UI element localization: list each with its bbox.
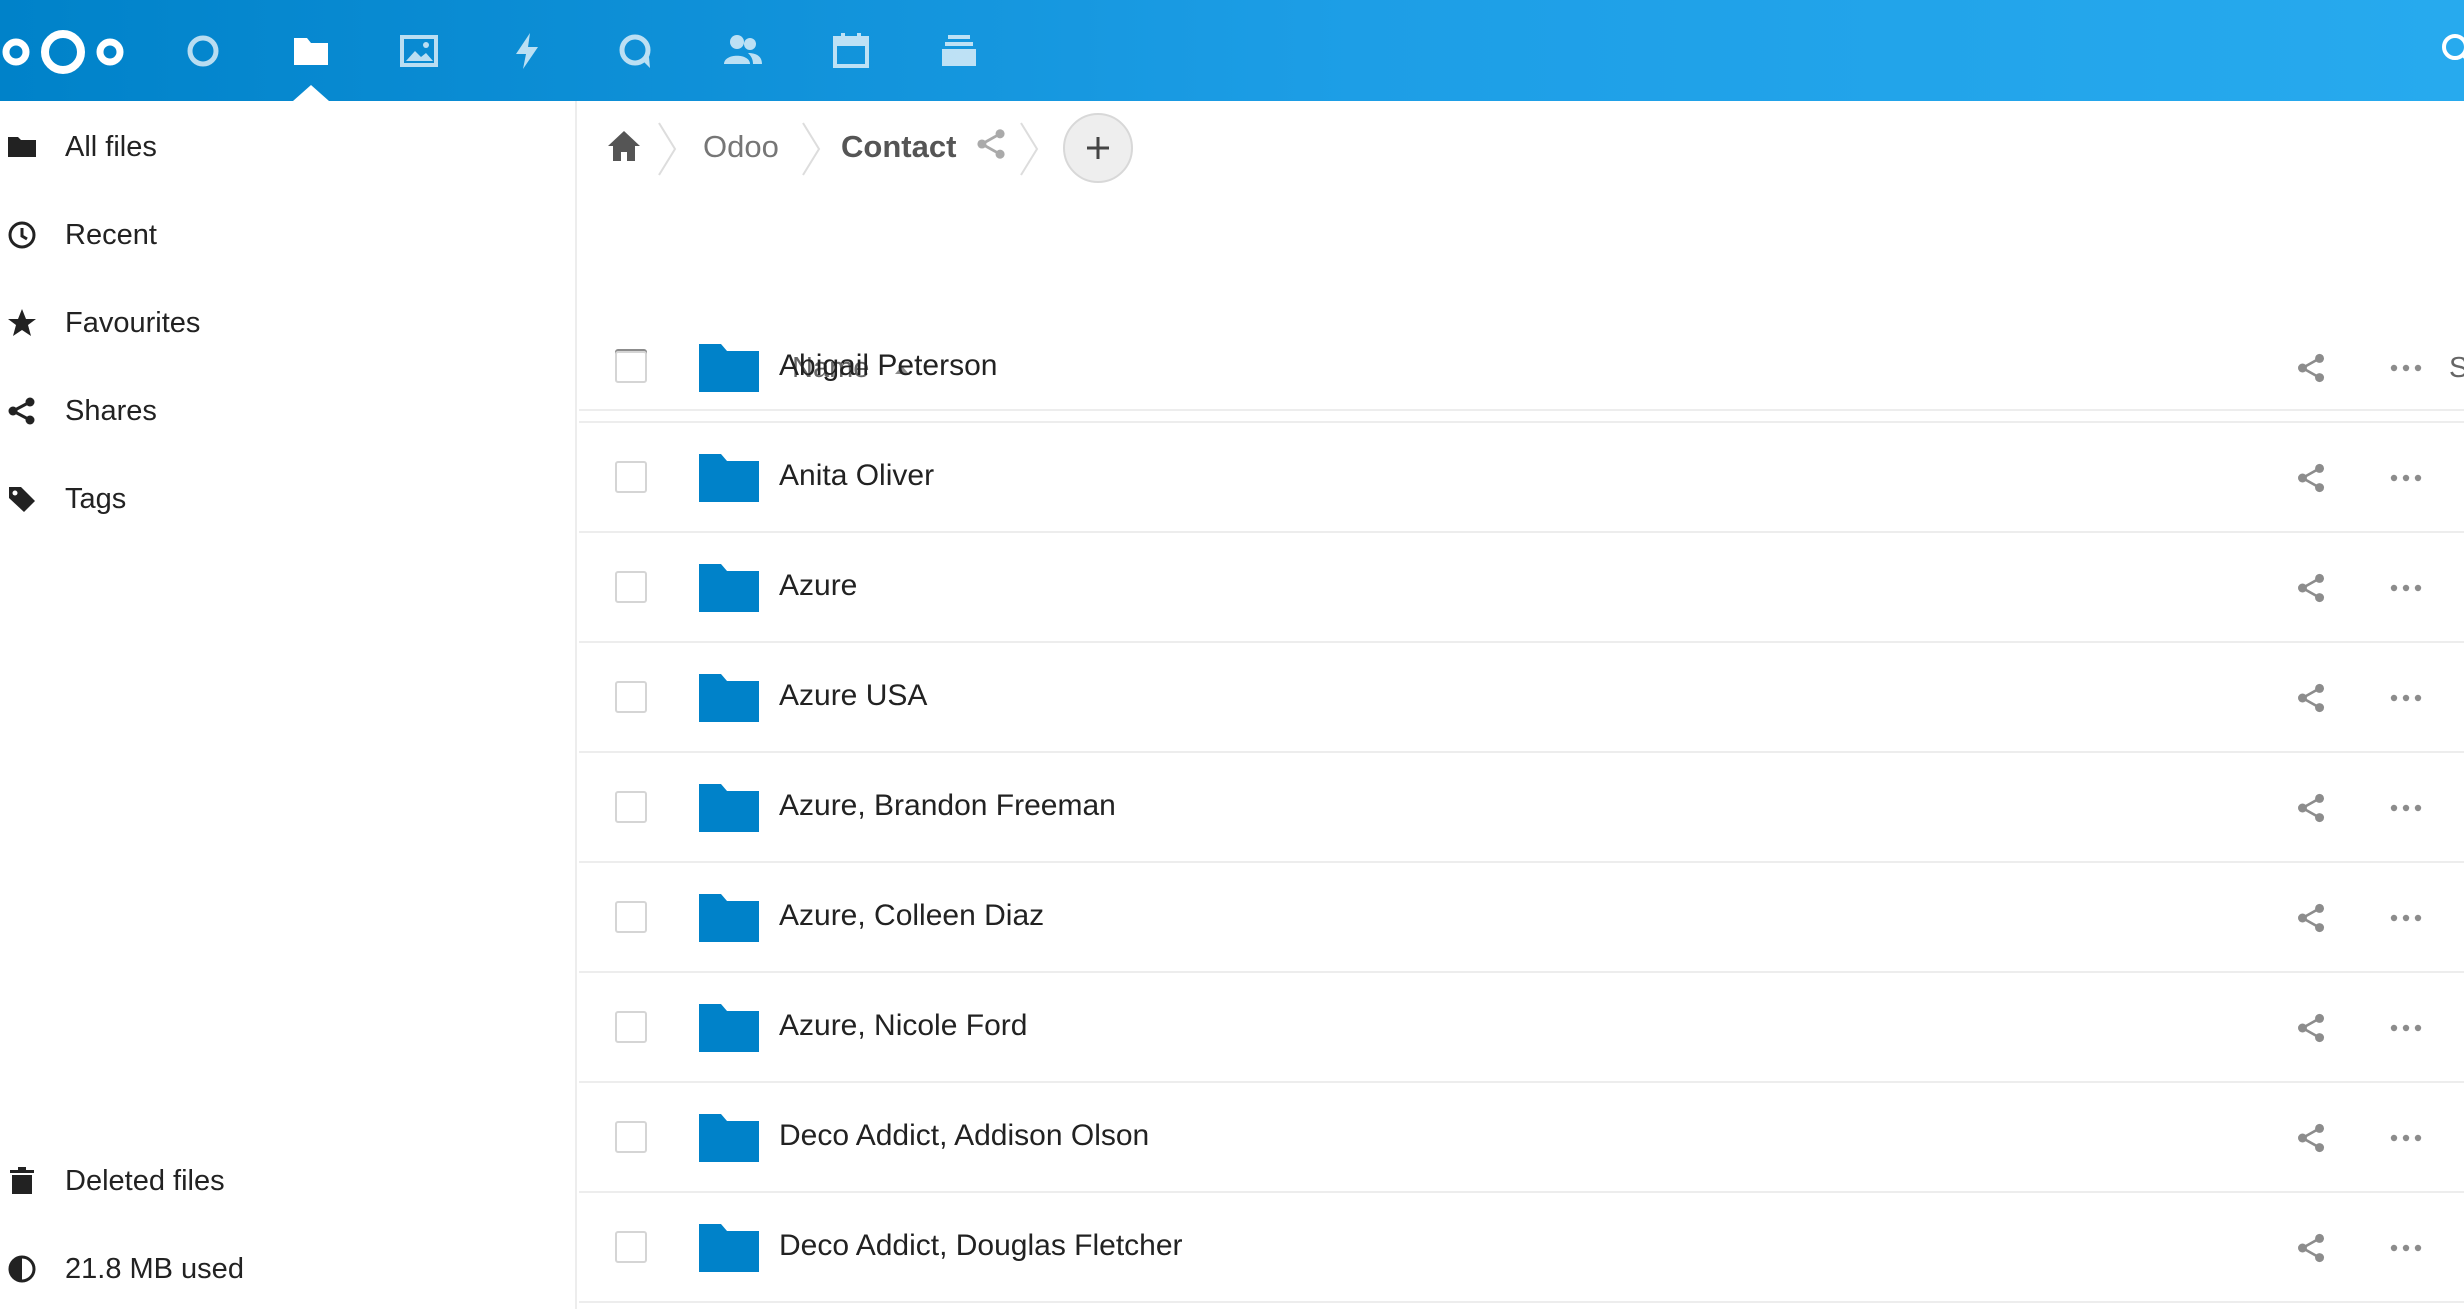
file-name[interactable]: Abigail Peterson <box>779 349 997 383</box>
row-checkbox[interactable] <box>615 461 647 493</box>
share-icon[interactable] <box>2295 352 2327 384</box>
row-checkbox[interactable] <box>615 571 647 603</box>
breadcrumb-item-odoo[interactable]: Odoo <box>703 129 779 165</box>
row-checkbox[interactable] <box>615 1121 647 1153</box>
more-actions-icon[interactable] <box>2387 1012 2425 1044</box>
app-activity-icon[interactable] <box>491 18 563 84</box>
trash-icon <box>6 1165 38 1197</box>
nav-label: Tags <box>65 482 127 515</box>
folder-icon[interactable] <box>699 1002 759 1054</box>
file-name[interactable]: Azure, Nicole Ford <box>779 1009 1027 1043</box>
share-icon[interactable] <box>2295 462 2327 494</box>
file-row[interactable]: Azure <box>579 533 2464 643</box>
folder-icon[interactable] <box>699 562 759 614</box>
more-actions-icon[interactable] <box>2387 572 2425 604</box>
file-name[interactable]: Azure USA <box>779 679 927 713</box>
home-icon[interactable] <box>604 127 644 167</box>
app-dashboard-icon[interactable] <box>167 18 239 84</box>
folder-icon[interactable] <box>699 672 759 724</box>
row-checkbox[interactable] <box>615 1231 647 1263</box>
tag-icon <box>6 483 38 515</box>
quota-label: 21.8 MB used <box>65 1252 244 1285</box>
active-app-indicator <box>293 85 329 101</box>
clock-icon <box>6 219 38 251</box>
breadcrumb: Odoo Contact <box>579 101 2464 195</box>
more-actions-icon[interactable] <box>2387 352 2425 384</box>
file-row[interactable]: Deco Addict, Douglas Fletcher <box>579 1193 2464 1303</box>
new-file-button[interactable] <box>1063 113 1133 183</box>
nav-item-favourites[interactable]: Favourites <box>0 279 577 367</box>
folder-icon[interactable] <box>699 1222 759 1274</box>
file-name[interactable]: Anita Oliver <box>779 459 934 493</box>
more-actions-icon[interactable] <box>2387 902 2425 934</box>
file-row[interactable]: Azure, Nicole Ford <box>579 973 2464 1083</box>
share-icon[interactable] <box>2295 682 2327 714</box>
more-actions-icon[interactable] <box>2387 1232 2425 1264</box>
file-name[interactable]: Azure, Brandon Freeman <box>779 789 1116 823</box>
breadcrumb-item-contact[interactable]: Contact <box>841 129 956 165</box>
more-actions-icon[interactable] <box>2387 792 2425 824</box>
file-name[interactable]: Deco Addict, Addison Olson <box>779 1119 1149 1153</box>
nav-item-tags[interactable]: Tags <box>0 455 577 543</box>
app-talk-icon[interactable] <box>599 18 671 84</box>
quota-pie-icon <box>6 1253 38 1285</box>
row-checkbox[interactable] <box>615 351 647 383</box>
app-photos-icon[interactable] <box>383 18 455 84</box>
row-checkbox[interactable] <box>615 681 647 713</box>
more-actions-icon[interactable] <box>2387 1122 2425 1154</box>
file-name[interactable]: Deco Addict, Douglas Fletcher <box>779 1229 1183 1263</box>
nav-label: Shares <box>65 394 157 427</box>
app-contacts-icon[interactable] <box>707 18 779 84</box>
files-content: Odoo Contact Name S Abigail Peterson Ani… <box>579 101 2464 1309</box>
app-calendar-icon[interactable] <box>815 18 887 84</box>
top-header <box>0 0 2464 101</box>
breadcrumb-separator <box>1020 122 1039 176</box>
nav-item-shares[interactable]: Shares <box>0 367 577 455</box>
file-row[interactable]: Deco Addict, Addison Olson <box>579 1083 2464 1193</box>
share-icon[interactable] <box>2295 572 2327 604</box>
row-checkbox[interactable] <box>615 901 647 933</box>
file-row[interactable]: Abigail Peterson <box>579 313 2464 423</box>
nav-label: All files <box>65 130 157 163</box>
share-icon[interactable] <box>2295 1232 2327 1264</box>
breadcrumb-separator <box>658 122 677 176</box>
more-actions-icon[interactable] <box>2387 462 2425 494</box>
nav-label: Deleted files <box>65 1164 225 1197</box>
share-icon[interactable] <box>974 127 1008 161</box>
share-icon[interactable] <box>2295 792 2327 824</box>
share-icon[interactable] <box>2295 902 2327 934</box>
nav-item-all-files[interactable]: All files <box>0 103 577 191</box>
share-icon[interactable] <box>2295 1012 2327 1044</box>
star-icon <box>6 307 38 339</box>
nextcloud-logo-icon[interactable] <box>0 22 126 82</box>
nav-item-deleted-files[interactable]: Deleted files <box>0 1137 577 1225</box>
breadcrumb-separator <box>802 122 821 176</box>
search-icon[interactable] <box>2438 30 2464 70</box>
row-checkbox[interactable] <box>615 1011 647 1043</box>
folder-icon[interactable] <box>699 782 759 834</box>
folder-icon[interactable] <box>699 892 759 944</box>
folder-icon[interactable] <box>699 1112 759 1164</box>
app-navigation: All files Recent Favourites Shares Tags … <box>0 101 577 1309</box>
share-icon[interactable] <box>2295 1122 2327 1154</box>
more-actions-icon[interactable] <box>2387 682 2425 714</box>
quota-indicator[interactable]: 21.8 MB used <box>0 1225 577 1313</box>
nav-label: Favourites <box>65 306 201 339</box>
file-name[interactable]: Azure <box>779 569 857 603</box>
file-row[interactable]: Azure, Colleen Diaz <box>579 863 2464 973</box>
file-row[interactable]: Azure USA <box>579 643 2464 753</box>
file-name[interactable]: Azure, Colleen Diaz <box>779 899 1044 933</box>
app-deck-icon[interactable] <box>923 18 995 84</box>
folder-icon[interactable] <box>699 452 759 504</box>
nav-item-recent[interactable]: Recent <box>0 191 577 279</box>
nav-label: Recent <box>65 218 157 251</box>
file-row[interactable]: Azure, Brandon Freeman <box>579 753 2464 863</box>
share-icon <box>6 395 38 427</box>
folder-icon[interactable] <box>699 342 759 394</box>
row-checkbox[interactable] <box>615 791 647 823</box>
folder-icon <box>6 131 38 163</box>
app-files-icon[interactable] <box>275 18 347 84</box>
plus-icon <box>1087 137 1109 159</box>
file-row[interactable]: Anita Oliver <box>579 423 2464 533</box>
